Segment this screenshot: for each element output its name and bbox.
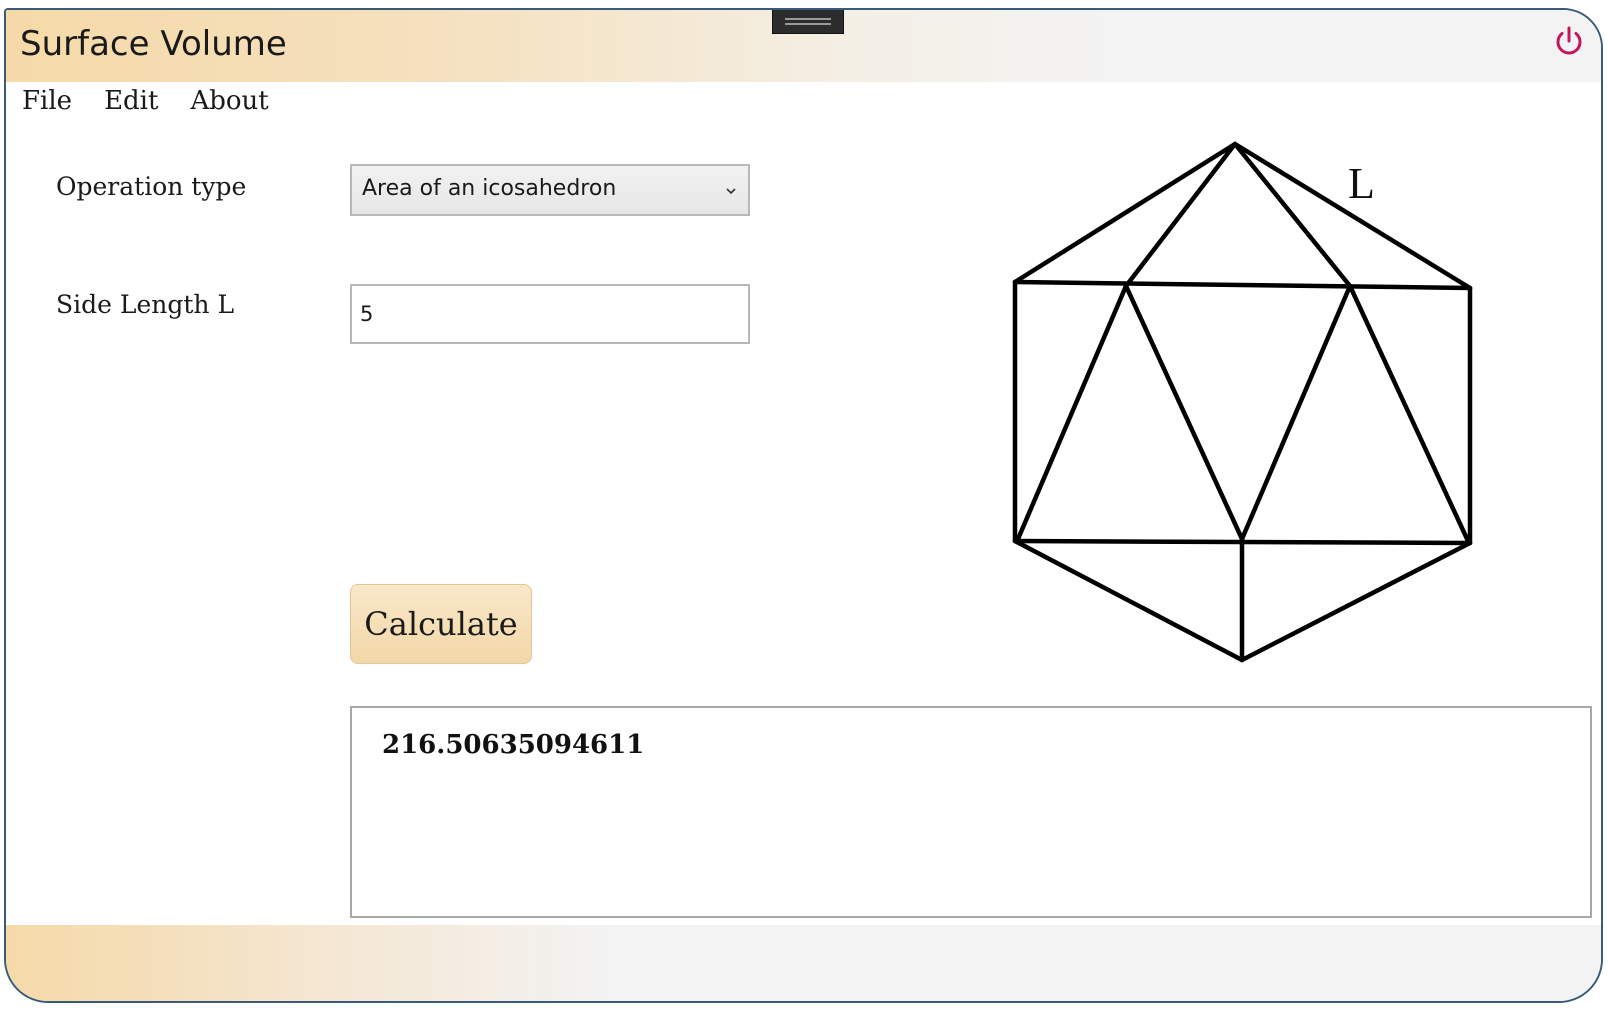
operation-type-select[interactable]: Area of an icosahedron — [350, 164, 750, 216]
drag-handle-icon[interactable] — [772, 10, 844, 34]
icosahedron-diagram: L — [1012, 141, 1473, 663]
menu-item-about[interactable]: About — [188, 86, 270, 122]
edge — [1239, 540, 1473, 663]
side-length-input[interactable] — [350, 284, 750, 344]
menu-item-file[interactable]: File — [20, 86, 74, 122]
operation-type-label: Operation type — [56, 172, 247, 201]
menu-bar: File Edit About — [20, 86, 271, 122]
app-title: Surface Volume — [20, 24, 287, 64]
edge — [1232, 141, 1353, 289]
edge — [1012, 279, 1473, 291]
result-value: 216.50635094611 — [382, 730, 645, 760]
edge — [1012, 538, 1245, 663]
edge — [1012, 141, 1238, 285]
operation-type-value: Area of an icosahedron — [362, 176, 617, 201]
title-bar: Surface Volume — [6, 10, 1601, 82]
side-length-label: Side Length L — [56, 290, 235, 319]
edge — [1123, 141, 1238, 289]
menu-item-edit[interactable]: Edit — [102, 86, 160, 122]
power-icon[interactable] — [1551, 24, 1587, 60]
calculate-button[interactable]: Calculate — [350, 584, 532, 664]
edge-length-label: L — [1348, 159, 1375, 208]
status-bar — [6, 925, 1601, 1001]
edge — [1015, 283, 1129, 542]
result-output: 216.50635094611 — [350, 706, 1592, 918]
chevron-down-icon — [726, 188, 736, 195]
edge — [1239, 283, 1353, 542]
app-window: Surface Volume File Edit About Operation… — [4, 8, 1603, 1003]
edge — [1123, 283, 1245, 542]
edge — [1347, 283, 1471, 544]
